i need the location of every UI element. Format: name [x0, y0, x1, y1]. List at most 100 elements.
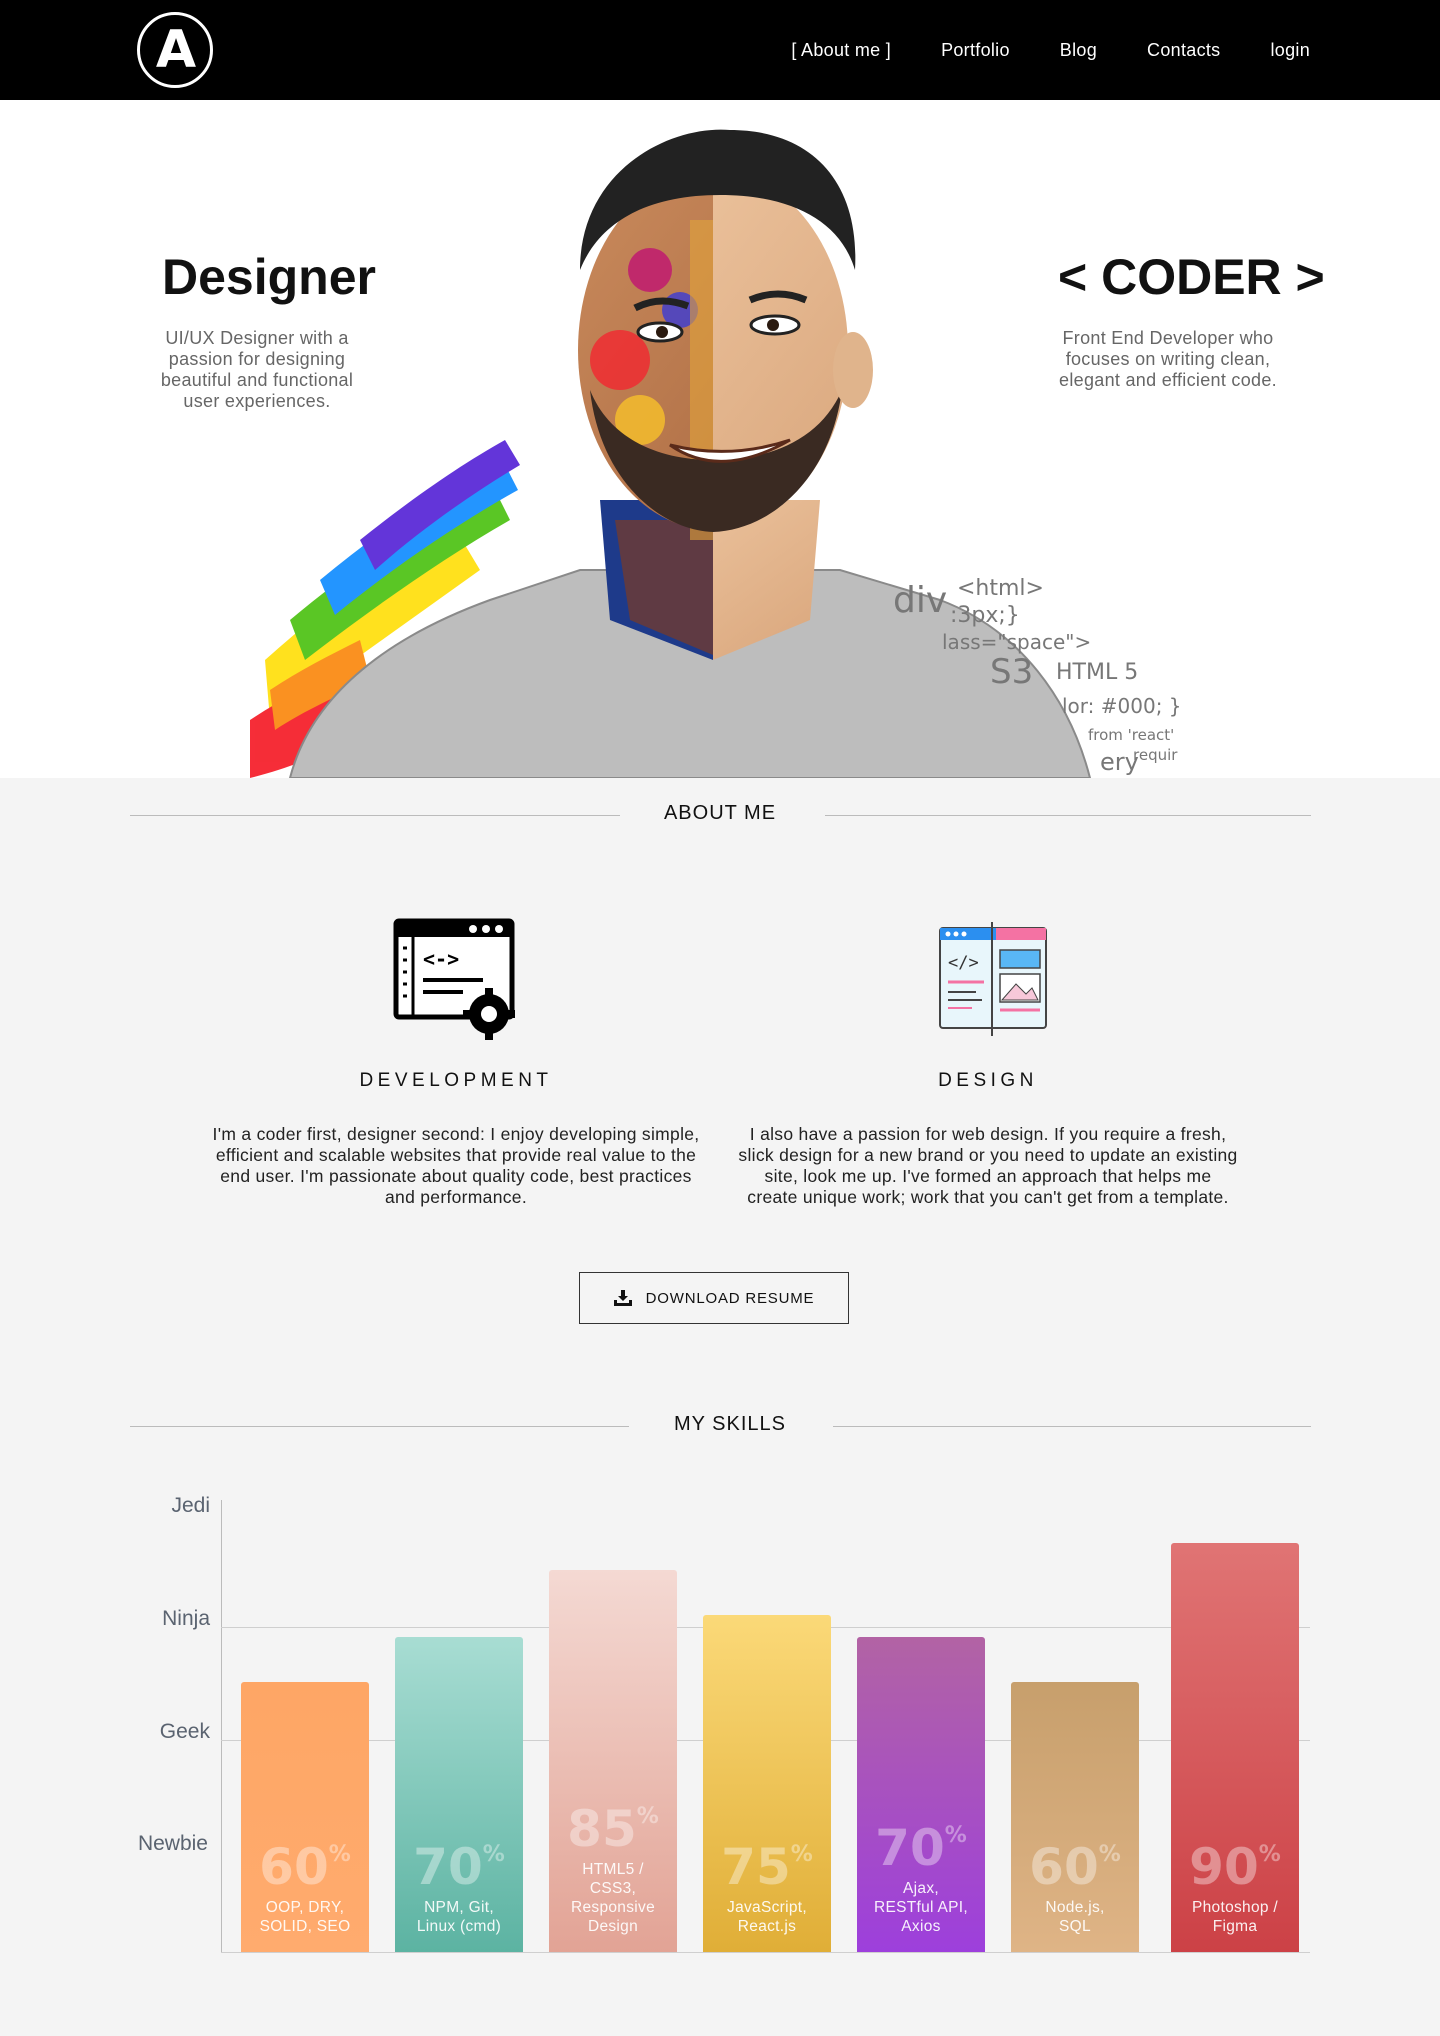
- hero-coder-title: < CODER >: [1058, 249, 1325, 305]
- code-snippet: HTML 5: [1056, 660, 1139, 685]
- skill-bar-percent-value: 60: [1029, 1838, 1099, 1896]
- design-icon: </>: [939, 922, 1047, 1036]
- code-snippet: div: [893, 580, 948, 621]
- skill-bar-label-line: SQL: [1059, 1918, 1091, 1935]
- skill-bar-label-line: Figma: [1212, 1918, 1258, 1935]
- hero-section: Designer UI/UX Designer with a passion f…: [0, 100, 1440, 778]
- development-icon: <->: [393, 918, 515, 1040]
- download-icon: [613, 1290, 632, 1306]
- hero-coder-description: Front End Developer who focuses on writi…: [1059, 328, 1277, 390]
- skill-bar-percent-unit: %: [482, 1842, 505, 1867]
- design-text: I also have a passion for web design. If…: [738, 1124, 1238, 1207]
- skill-bar-percent-unit: %: [1098, 1842, 1121, 1867]
- hero-designer-description: UI/UX Designer with a passion for design…: [160, 328, 354, 411]
- skill-bar-percent-unit: %: [944, 1823, 967, 1848]
- skill-bar-label-line: React.js: [737, 1918, 797, 1935]
- skills-bar-chart: Newbie Geek Ninja Jedi 60% OOP, DRY, SOLID, SE…: [0, 1480, 1440, 1960]
- skill-bar-percent: 60%: [1011, 1838, 1139, 1896]
- skill-bar-label-line: RESTful API,: [873, 1899, 969, 1916]
- code-snippet: S3: [990, 652, 1034, 692]
- divider-line: [833, 1426, 1311, 1427]
- nav-link-blog[interactable]: Blog: [1060, 40, 1097, 61]
- skills-section-header: MY SKILLS: [130, 1411, 1311, 1441]
- code-snippet: <html>: [957, 576, 1044, 601]
- skill-bar: 85% HTML5 / CSS3, Responsive Design: [549, 1570, 677, 1952]
- skill-bar-label: Photoshop / Figma: [1171, 1898, 1299, 1936]
- skill-bar-label-line: Design: [587, 1918, 639, 1935]
- skill-bar-percent-value: 60: [259, 1838, 329, 1896]
- code-snippet: requir: [1133, 746, 1178, 764]
- divider-line: [130, 815, 620, 816]
- skill-bar-label: OOP, DRY, SOLID, SEO: [241, 1898, 369, 1936]
- skill-bar-percent-unit: %: [790, 1842, 813, 1867]
- skill-bar: 75% JavaScript, React.js: [703, 1615, 831, 1952]
- nav-link-contacts[interactable]: Contacts: [1147, 40, 1220, 61]
- download-resume-label: DOWNLOAD RESUME: [645, 1289, 815, 1307]
- code-snippet: lass="space">: [942, 630, 1092, 654]
- skill-bar-percent: 90%: [1171, 1838, 1299, 1896]
- about-section-header: ABOUT ME: [130, 800, 1311, 830]
- development-icon-glyph: <->: [423, 947, 459, 971]
- skill-bar-label-line: CSS3,: [589, 1880, 637, 1897]
- skill-bar: 90% Photoshop / Figma: [1171, 1543, 1299, 1952]
- divider-line: [825, 815, 1311, 816]
- skill-bar-label: JavaScript, React.js: [703, 1898, 831, 1936]
- skill-bar: 60% OOP, DRY, SOLID, SEO: [241, 1682, 369, 1952]
- skill-bar-label-line: OOP, DRY,: [265, 1899, 345, 1916]
- site-logo[interactable]: A: [137, 12, 213, 88]
- skill-bar-percent-unit: %: [1258, 1842, 1281, 1867]
- skill-bar-label-line: Linux (cmd): [416, 1918, 502, 1935]
- skill-bar: 70% Ajax, RESTful API, Axios: [857, 1637, 985, 1952]
- y-axis-level-label: Ninja: [162, 1607, 210, 1630]
- skill-bar-percent-value: 70: [413, 1838, 483, 1896]
- about-heading: ABOUT ME: [663, 802, 777, 824]
- design-title: DESIGN: [938, 1070, 1038, 1091]
- code-snippet: from 'react': [1088, 726, 1175, 744]
- nav-links: [ About me ] Portfolio Blog Contacts log…: [791, 0, 1310, 100]
- logo-letter: A: [155, 20, 196, 80]
- skill-bar-label-line: Ajax,: [903, 1880, 939, 1897]
- y-axis-level-label: Jedi: [171, 1494, 210, 1517]
- skill-bar-label-line: NPM, Git,: [424, 1899, 494, 1916]
- download-resume-button[interactable]: DOWNLOAD RESUME: [579, 1272, 849, 1324]
- skill-bar-percent-value: 85: [567, 1800, 637, 1858]
- skill-bar-label-line: Photoshop /: [1191, 1899, 1279, 1916]
- skill-bar-percent: 70%: [857, 1819, 985, 1877]
- skill-bar-percent: 60%: [241, 1838, 369, 1896]
- skill-bar-percent-value: 75: [721, 1838, 791, 1896]
- skill-bar-percent: 75%: [703, 1838, 831, 1896]
- skill-bar-label-line: HTML5 /: [582, 1861, 644, 1878]
- code-snippet: :3px;}: [950, 603, 1020, 628]
- skill-bar-label-line: Responsive: [571, 1899, 655, 1916]
- skill-bar-label: NPM, Git, Linux (cmd): [395, 1898, 523, 1936]
- skill-bar-percent-unit: %: [636, 1804, 659, 1829]
- skill-bar-label: Ajax, RESTful API, Axios: [857, 1879, 985, 1936]
- skill-bar-percent-unit: %: [328, 1842, 351, 1867]
- skill-bar-label-line: Node.js,: [1045, 1899, 1105, 1916]
- skill-bar-percent-value: 90: [1189, 1838, 1259, 1896]
- development-title: DEVELOPMENT: [359, 1070, 553, 1091]
- nav-link-login[interactable]: login: [1270, 40, 1310, 61]
- nav-link-about[interactable]: [ About me ]: [791, 40, 891, 61]
- y-axis-level-label: Newbie: [137, 1832, 208, 1855]
- skill-bar-label-line: JavaScript,: [727, 1899, 807, 1916]
- chart-x-axis: [221, 1952, 1310, 1953]
- code-snippet: lor: #000; }: [1062, 694, 1182, 718]
- y-axis-level-label: Geek: [159, 1720, 210, 1743]
- code-snippet: ery: [1100, 748, 1139, 776]
- skill-bar-label-line: Axios: [901, 1918, 941, 1935]
- skill-bar-label: HTML5 / CSS3, Responsive Design: [549, 1860, 677, 1936]
- design-icon-glyph: </>: [948, 953, 979, 973]
- skill-bar-percent: 70%: [395, 1838, 523, 1896]
- hero-designer-title: Designer: [162, 249, 376, 305]
- divider-line: [130, 1426, 629, 1427]
- skill-bar-percent: 85%: [549, 1800, 677, 1858]
- skill-bar: 60% Node.js, SQL: [1011, 1682, 1139, 1952]
- skills-heading: MY SKILLS: [673, 1413, 787, 1435]
- development-text: I'm a coder first, designer second: I en…: [212, 1124, 700, 1207]
- skill-bar-label: Node.js, SQL: [1011, 1898, 1139, 1936]
- nav-link-portfolio[interactable]: Portfolio: [941, 40, 1010, 61]
- skill-bar: 70% NPM, Git, Linux (cmd): [395, 1637, 523, 1952]
- top-navbar: A [ About me ] Portfolio Blog Contacts l…: [0, 0, 1440, 100]
- chart-y-axis: [221, 1500, 222, 1952]
